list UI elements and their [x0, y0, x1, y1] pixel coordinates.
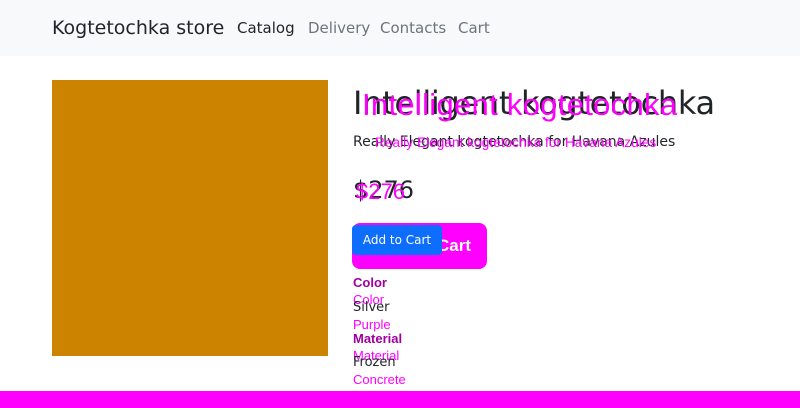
material-value-concrete: Concrete	[353, 372, 406, 387]
product-description-overlay: Really Elegant kogtetochka for Havana Az…	[375, 135, 657, 150]
brand-logo-text[interactable]: Kogtetochka store	[52, 16, 224, 40]
navbar: Kogtetochka store Catalog Delivery Conta…	[0, 0, 800, 56]
product-price-overlay: $276	[356, 179, 405, 204]
nav-link-delivery[interactable]: Delivery	[308, 18, 370, 38]
material-label: Material	[353, 331, 403, 346]
nav-link-cart[interactable]: Cart	[458, 18, 490, 38]
material-value-frozen: Frozen	[353, 355, 396, 370]
nav-link-catalog[interactable]: Catalog	[237, 18, 295, 38]
footer-bar	[0, 391, 800, 408]
nav-link-contacts[interactable]: Contacts	[380, 18, 446, 38]
add-to-cart-button[interactable]: Add to Cart	[352, 225, 442, 255]
product-image	[52, 80, 328, 356]
color-value-silver: Silver	[353, 300, 390, 315]
color-label: Color	[353, 275, 387, 290]
product-title-overlay: Intelligent kogtetochka	[362, 87, 678, 122]
